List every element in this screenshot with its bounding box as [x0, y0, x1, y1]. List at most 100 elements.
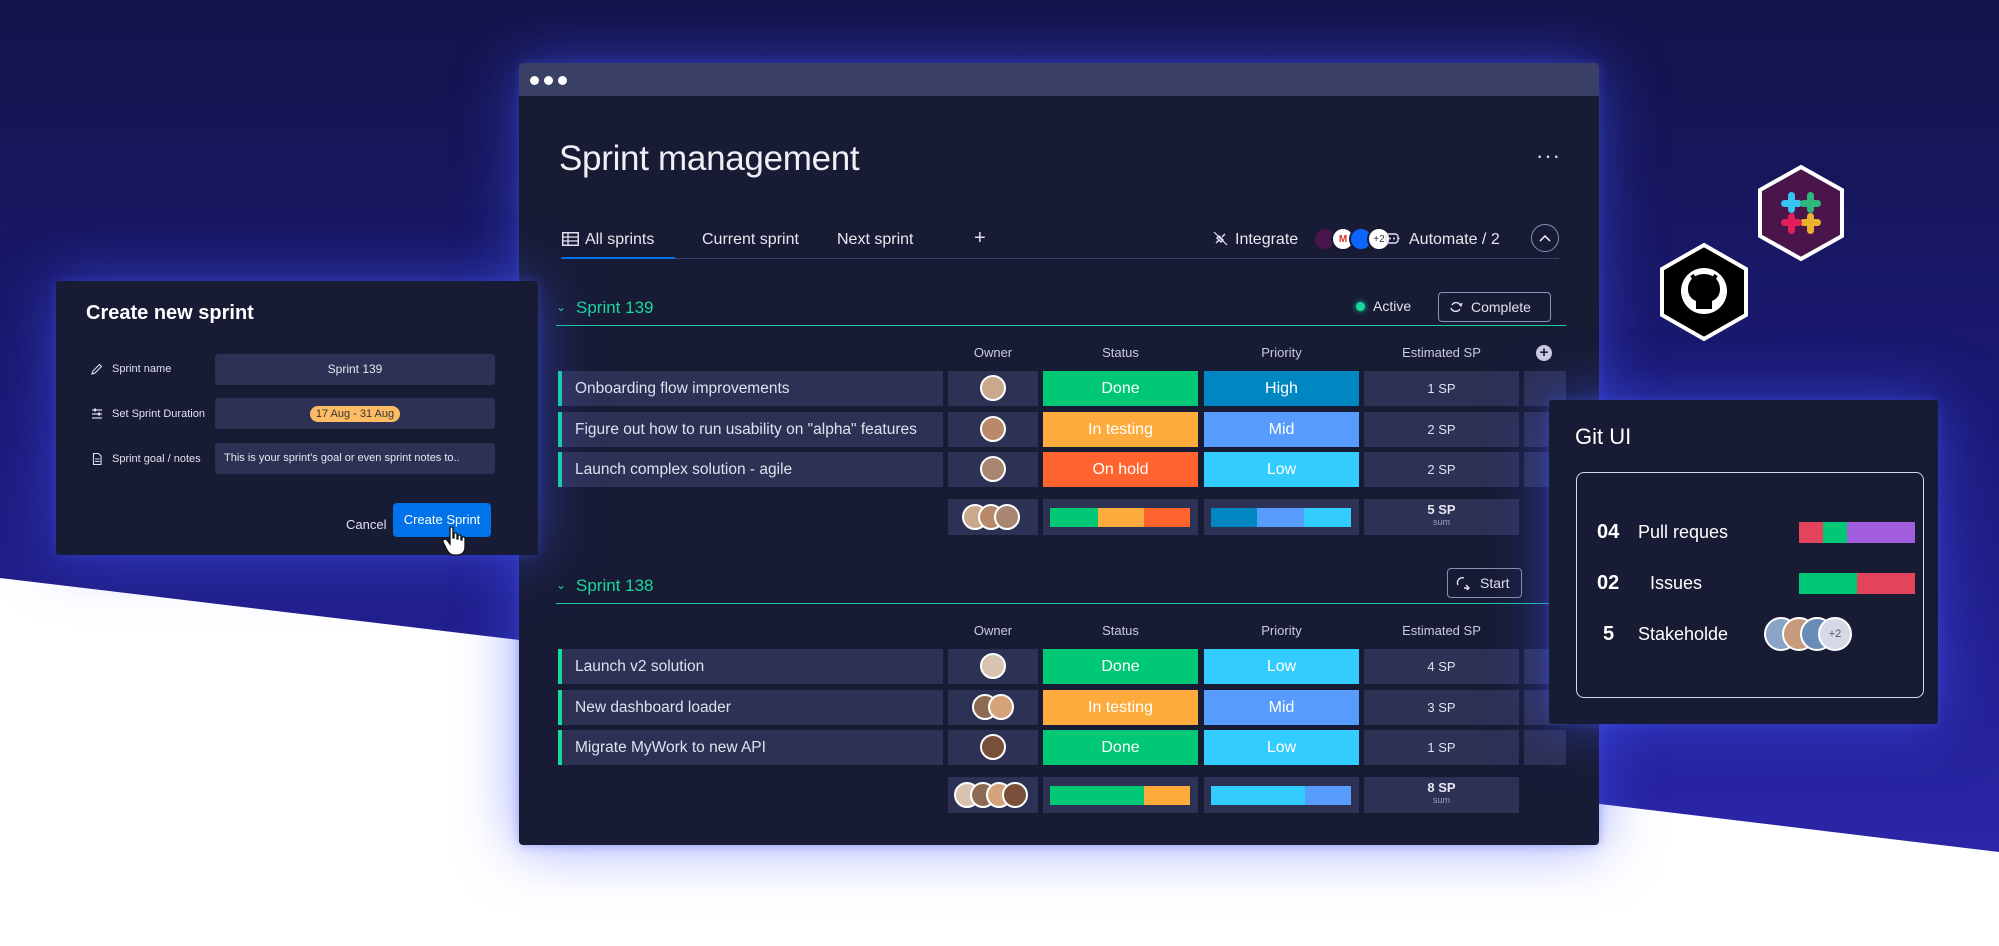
bar-segment — [1050, 786, 1144, 805]
status-summary-bar — [1043, 777, 1198, 813]
pencil-icon — [91, 363, 103, 375]
estimated-sp-cell[interactable]: 3 SP — [1364, 690, 1519, 725]
status-cell[interactable]: On hold — [1043, 452, 1198, 487]
priority-cell[interactable]: Mid — [1204, 690, 1359, 725]
owner-cell[interactable] — [948, 371, 1038, 406]
owner-cell[interactable] — [948, 730, 1038, 765]
date-range-pill: 17 Aug - 31 Aug — [309, 405, 401, 422]
stakeholders-count: 5 — [1603, 623, 1615, 645]
window-titlebar — [519, 63, 1599, 96]
owner-cell[interactable] — [948, 649, 1038, 684]
priority-cell[interactable]: Low — [1204, 730, 1359, 765]
table-row: Launch complex solution - agile On hold … — [558, 452, 1566, 487]
column-header-owner: Owner — [973, 345, 1013, 360]
sprint-goal-input[interactable]: This is your sprint's goal or even sprin… — [215, 443, 495, 474]
create-sprint-dialog: Create new sprint Sprint name Sprint 139… — [56, 281, 538, 556]
priority-cell[interactable]: Low — [1204, 649, 1359, 684]
status-cell[interactable]: Done — [1043, 371, 1198, 406]
status-cell[interactable]: In testing — [1043, 690, 1198, 725]
avatar — [980, 375, 1006, 401]
hand-cursor-icon — [442, 526, 466, 556]
status-cell[interactable]: Done — [1043, 730, 1198, 765]
group-header: ⌄ Sprint 138 Start — [556, 568, 1566, 604]
status-cell[interactable]: Done — [1043, 649, 1198, 684]
slack-icon — [1758, 164, 1844, 262]
plug-icon — [1213, 231, 1228, 246]
group-title[interactable]: Sprint 139 — [576, 298, 654, 318]
board-window: Sprint management ··· All sprints Curren… — [519, 63, 1599, 845]
task-name[interactable]: Onboarding flow improvements — [558, 371, 943, 406]
sprint-group: ⌄ Sprint 138 Start Owner Status Priority… — [556, 568, 1566, 813]
estimated-sp-cell[interactable]: 4 SP — [1364, 649, 1519, 684]
bar-segment — [1799, 573, 1857, 594]
row-end-cell — [1524, 730, 1566, 765]
table-row: Onboarding flow improvements Done High 1… — [558, 371, 1566, 406]
avatar — [980, 416, 1006, 442]
complete-label: Complete — [1471, 299, 1531, 315]
owner-cell[interactable] — [948, 412, 1038, 447]
sp-summary: 8 SP sum — [1364, 777, 1519, 813]
sp-summary: 5 SP sum — [1364, 499, 1519, 535]
priority-cell[interactable]: Mid — [1204, 412, 1359, 447]
chevron-down-icon[interactable]: ⌄ — [556, 578, 566, 592]
table-row: Migrate MyWork to new API Done Low 1 SP — [558, 730, 1566, 765]
integrate-label: Integrate — [1235, 231, 1299, 248]
avatar — [1002, 782, 1028, 808]
sprint-duration-field[interactable]: 17 Aug - 31 Aug — [215, 398, 495, 429]
task-name[interactable]: New dashboard loader — [558, 690, 943, 725]
view-tabs: All sprints Current sprint Next sprint +… — [559, 224, 1559, 259]
estimated-sp-cell[interactable]: 1 SP — [1364, 730, 1519, 765]
start-label: Start — [1480, 575, 1510, 591]
add-column-button[interactable]: + — [1536, 345, 1552, 361]
more-stakeholders-badge: +2 — [1818, 617, 1852, 651]
estimated-sp-cell[interactable]: 1 SP — [1364, 371, 1519, 406]
git-ui-panel: Git UI 04 Pull reques 02 Issues 5 Stakeh… — [1549, 400, 1938, 724]
more-dots-icon[interactable]: ··· — [1536, 143, 1561, 169]
estimated-sp-cell[interactable]: 2 SP — [1364, 412, 1519, 447]
owners-summary — [948, 499, 1038, 535]
bar-segment — [1098, 508, 1144, 527]
sprint-name-input[interactable]: Sprint 139 — [215, 354, 495, 385]
task-name[interactable]: Figure out how to run usability on "alph… — [558, 412, 943, 447]
priority-cell[interactable]: High — [1204, 371, 1359, 406]
complete-sprint-button[interactable]: Complete — [1438, 292, 1551, 322]
chevron-down-icon[interactable]: ⌄ — [556, 300, 566, 314]
sliders-icon — [92, 408, 102, 419]
sp-sum-value: 5 SP — [1427, 502, 1456, 517]
robot-icon — [1384, 233, 1400, 244]
owner-cell[interactable] — [948, 690, 1038, 725]
owner-cell[interactable] — [948, 452, 1038, 487]
tab-all-sprints[interactable]: All sprints — [562, 231, 675, 259]
estimated-sp-cell[interactable]: 2 SP — [1364, 452, 1519, 487]
bar-segment — [1823, 522, 1847, 543]
priority-cell[interactable]: Low — [1204, 452, 1359, 487]
collapse-button[interactable] — [1531, 224, 1559, 252]
avatar — [994, 504, 1020, 530]
status-cell[interactable]: In testing — [1043, 412, 1198, 447]
active-status-dot — [1356, 302, 1365, 311]
tab-current-sprint[interactable]: Current sprint — [702, 231, 799, 259]
bar-segment — [1857, 573, 1915, 594]
issues-label[interactable]: Issues — [1650, 573, 1702, 594]
task-name[interactable]: Migrate MyWork to new API — [558, 730, 943, 765]
page-title: Sprint management — [559, 139, 860, 178]
automate-button[interactable]: Automate / 2 — [1384, 231, 1500, 249]
add-view-button[interactable]: + — [974, 227, 986, 250]
window-dot — [544, 76, 553, 85]
priority-summary-bar — [1204, 777, 1359, 813]
issues-bar — [1799, 573, 1915, 594]
start-sprint-button[interactable]: Start — [1447, 568, 1522, 598]
cancel-button[interactable]: Cancel — [346, 517, 386, 532]
table-row: Figure out how to run usability on "alph… — [558, 412, 1566, 447]
integrate-button[interactable]: Integrate M +2 — [1213, 227, 1391, 251]
priority-summary-bar — [1204, 499, 1359, 535]
task-name[interactable]: Launch complex solution - agile — [558, 452, 943, 487]
tab-next-sprint[interactable]: Next sprint — [837, 231, 913, 259]
column-header-owner: Owner — [973, 623, 1013, 638]
group-title[interactable]: Sprint 138 — [576, 576, 654, 596]
pull-requests-label[interactable]: Pull reques — [1638, 522, 1728, 543]
stakeholders-label[interactable]: Stakeholde — [1638, 624, 1728, 645]
automate-label: Automate / 2 — [1409, 231, 1500, 248]
avatar — [988, 694, 1014, 720]
task-name[interactable]: Launch v2 solution — [558, 649, 943, 684]
